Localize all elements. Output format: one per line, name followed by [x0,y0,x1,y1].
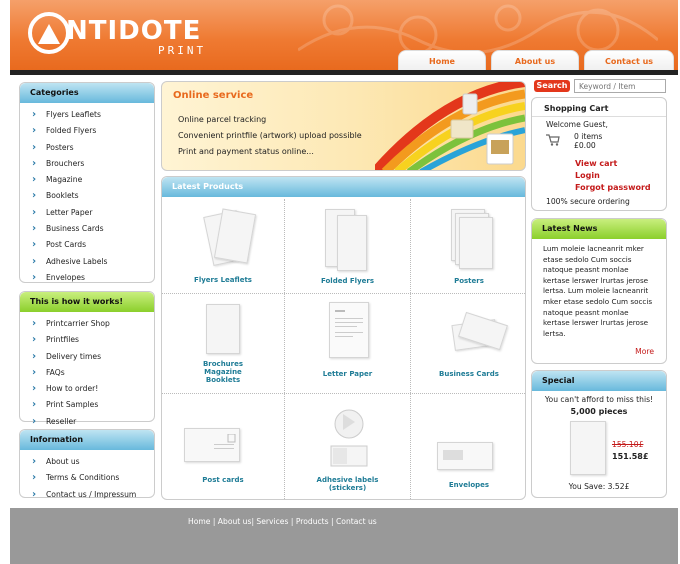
information-box: Information About us Terms & Conditions … [19,429,155,502]
product-label: Letter Paper [322,370,373,378]
special-box: Special You can't afford to miss this! 5… [531,370,667,498]
information-link[interactable]: About us [32,454,154,470]
category-link[interactable]: Envelopes [32,270,154,286]
sticker-icon [330,409,368,467]
information-title: Information [20,430,154,450]
categories-box: Categories Flyers Leaflets Folded Flyers… [19,82,155,286]
product-label: Folded Flyers [320,277,375,285]
product-business-cards[interactable]: Business Cards [411,294,525,393]
how-link[interactable]: FAQs [32,365,154,381]
product-posters[interactable]: Posters [411,199,525,293]
cart-title: Shopping Cart [544,104,609,113]
news-text: Lum moleie lacneanrit mker etase sedolo … [543,244,653,338]
cart-item-count: 0 items [574,132,603,141]
cart-welcome: Welcome Guest, [546,120,608,129]
product-label: Envelopes [448,481,490,489]
online-service-line: Online parcel tracking [178,115,267,124]
logo-text: NTIDOTE [66,16,202,46]
product-label: Post cards [202,476,244,484]
logo[interactable]: NTIDOTE PRINT [28,10,228,60]
secure-ordering-text: 100% secure ordering [546,197,630,206]
how-link[interactable]: How to order! [32,381,154,397]
footer: Home | About us| Services | Products | C… [10,508,678,564]
page: NTIDOTE PRINT Home About us Contact us C… [10,0,678,564]
site-header: NTIDOTE PRINT Home About us Contact us [10,0,678,72]
footer-links[interactable]: Home | About us| Services | Products | C… [188,517,377,526]
how-it-works-box: This is how it works! Printcarrier Shop … [19,291,155,429]
special-save: You Save: 3.52£ [568,482,630,491]
product-adhesive-labels[interactable]: Adhesive labels (stickers) [285,394,410,499]
special-new-price: 151.58£ [612,452,649,461]
cart-icon [546,134,560,146]
rainbow-graphic-icon [375,82,525,170]
latest-news-title: Latest News [532,219,666,239]
products-grid: Flyers Leaflets Folded Flyers Posters Br… [162,199,525,499]
category-link[interactable]: Booklets [32,188,154,204]
category-link[interactable]: Letter Paper [32,205,154,221]
product-label: Posters [454,277,484,285]
forgot-password-link[interactable]: Forgot password [575,183,651,192]
category-link[interactable]: Brouchers [32,156,154,172]
header-divider [10,70,678,75]
view-cart-link[interactable]: View cart [575,159,617,168]
postcard-lines-icon [214,434,236,449]
nav-home[interactable]: Home [398,50,486,72]
how-link[interactable]: Print Samples [32,397,154,413]
special-title: Special [532,371,666,391]
special-tagline: You can't afford to miss this! [544,395,654,404]
product-envelopes[interactable]: Envelopes [411,394,525,499]
category-link[interactable]: Magazine [32,172,154,188]
online-service-title: Online service [173,90,254,101]
search-input[interactable] [574,79,666,93]
latest-products-title: Latest Products [162,177,525,197]
special-old-price: 155.10£ [612,440,644,449]
product-brochures[interactable]: Brochures Magazine Booklets [162,294,284,393]
information-link[interactable]: Terms & Conditions [32,470,154,486]
latest-news-box: Latest News Lum moleie lacneanrit mker e… [531,218,667,364]
product-post-cards[interactable]: Post cards [162,394,284,499]
category-link[interactable]: Business Cards [32,221,154,237]
product-flyers-leaflets[interactable]: Flyers Leaflets [162,199,284,293]
envelope-window-icon [443,450,463,460]
product-label: Flyers Leaflets [194,276,252,284]
shopping-cart-box: Shopping Cart Welcome Guest, 0 items £0.… [531,97,667,211]
category-link[interactable]: Post Cards [32,237,154,253]
product-letter-paper[interactable]: Letter Paper [285,294,410,393]
how-link[interactable]: Printcarrier Shop [32,316,154,332]
search-button[interactable]: Search [534,80,570,92]
information-link[interactable]: Contact us / Impressum [32,487,154,503]
online-service-line: Print and payment status online... [178,147,314,156]
category-link[interactable]: Folded Flyers [32,123,154,139]
how-link[interactable]: Delivery times [32,349,154,365]
nav-about-us[interactable]: About us [491,50,579,72]
cart-amount: £0.00 [574,141,596,150]
product-label: Booklets [205,376,241,384]
special-product-image[interactable] [570,421,606,475]
special-pieces: 5,000 pieces [570,407,628,416]
category-link[interactable]: Flyers Leaflets [32,107,154,123]
category-link[interactable]: Posters [32,140,154,156]
categories-title: Categories [20,83,154,103]
product-label: (stickers) [328,484,367,492]
login-link[interactable]: Login [575,171,600,180]
how-link[interactable]: Reseller [32,414,154,430]
how-it-works-title: This is how it works! [20,292,154,312]
how-link[interactable]: Printfiles [32,332,154,348]
nav-contact-us[interactable]: Contact us [584,50,674,72]
logo-subtext: PRINT [158,44,207,57]
online-service-line: Convenient printfile (artwork) upload po… [178,131,362,140]
letter-lines-icon [335,310,363,337]
online-service-banner: Online service Online parcel tracking Co… [161,81,526,171]
latest-products-box: Latest Products Flyers Leaflets Folded F… [161,176,526,500]
product-folded-flyers[interactable]: Folded Flyers [285,199,410,293]
category-link[interactable]: Adhesive Labels [32,254,154,270]
product-label: Business Cards [439,370,499,378]
logo-a-icon [38,24,60,44]
news-more-link[interactable]: More [635,347,654,356]
